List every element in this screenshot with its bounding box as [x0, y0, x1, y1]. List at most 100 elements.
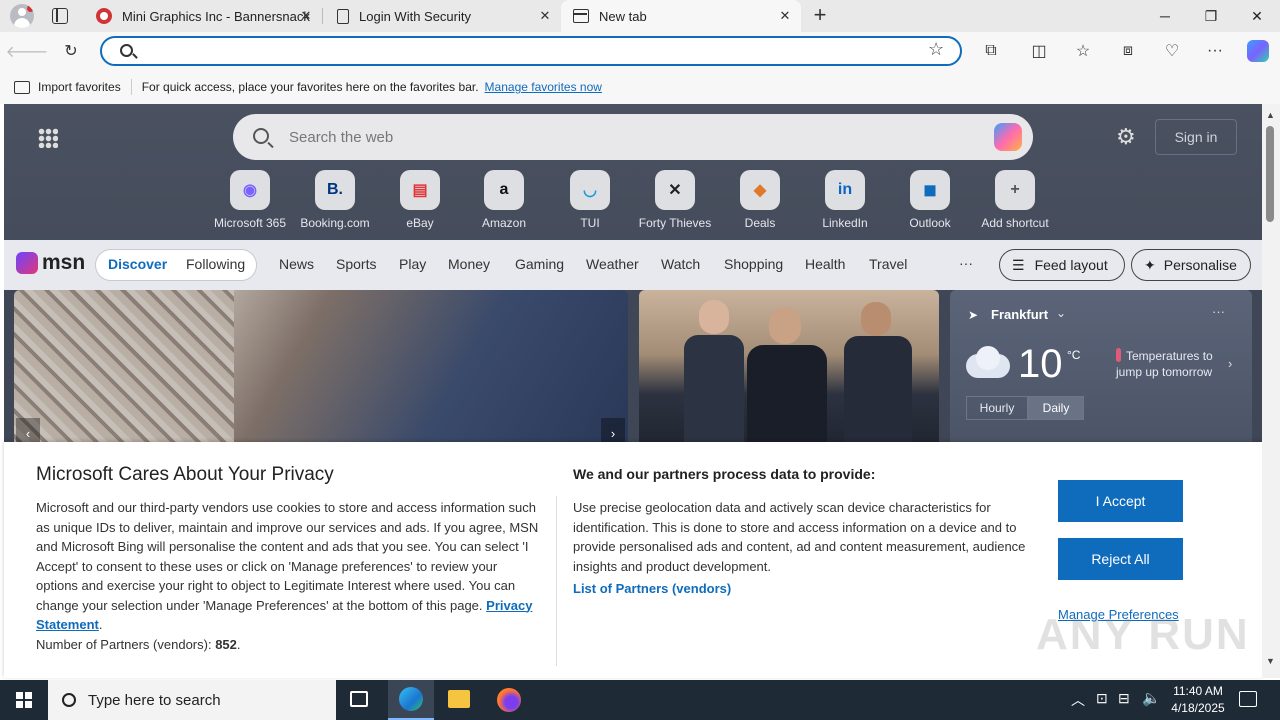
network-icon[interactable]: ⊟ [1118, 690, 1130, 707]
shortcut-amazon[interactable]: a Amazon [459, 170, 549, 230]
msn-logo[interactable]: msn [16, 251, 85, 275]
volume-icon[interactable]: 🔈 [1142, 689, 1161, 707]
sparkle-icon: ✦ [1144, 256, 1156, 273]
weather-card[interactable]: ➤ Frankfurt ⌄ ··· 10 °C Temperatures to … [950, 290, 1252, 450]
personalise-button[interactable]: ✦ Personalise [1131, 249, 1251, 281]
task-view-icon[interactable] [350, 691, 368, 707]
back-button[interactable]: 🡐 [6, 36, 49, 66]
shortcut-icon: + [995, 170, 1035, 210]
page-icon [337, 8, 349, 24]
close-tab-icon[interactable]: ✕ [777, 8, 793, 24]
tab-title: Mini Graphics Inc - Bannersnack [122, 8, 310, 24]
tab-actions-icon[interactable] [52, 8, 68, 24]
shortcut-label: Deals [744, 216, 776, 230]
nav-watch[interactable]: Watch [661, 256, 700, 272]
partners-count: 852 [215, 636, 237, 652]
nav-gaming[interactable]: Gaming [515, 256, 564, 272]
search-icon-handle [132, 53, 138, 59]
scroll-up-icon[interactable]: ▲ [1266, 110, 1275, 120]
copilot-icon[interactable] [994, 123, 1022, 151]
nav-sports[interactable]: Sports [336, 256, 376, 272]
close-window-button[interactable]: ✕ [1234, 0, 1280, 32]
scroll-thumb[interactable] [1266, 126, 1274, 222]
privacy-body-text: Microsoft and our third-party vendors us… [36, 500, 539, 613]
nav-more-button[interactable]: ··· [959, 255, 973, 271]
web-search-box[interactable]: Search the web [233, 114, 1033, 160]
news-card-large[interactable]: ‹ › [14, 290, 628, 450]
shortcut-outlook[interactable]: ◼ Outlook [885, 170, 975, 230]
close-tab-icon[interactable]: ✕ [537, 8, 553, 24]
device-icon[interactable]: ⊡ [1096, 690, 1108, 707]
copilot-icon[interactable] [1243, 36, 1273, 66]
scroll-down-icon[interactable]: ▼ [1266, 656, 1275, 666]
nav-news[interactable]: News [279, 256, 314, 272]
nav-money[interactable]: Money [448, 256, 490, 272]
apps-launcher-icon[interactable] [38, 128, 58, 148]
address-bar[interactable]: ☆ [100, 36, 962, 66]
refresh-button[interactable]: ↻ [56, 36, 86, 66]
address-input[interactable] [146, 41, 916, 61]
chevron-up-icon[interactable]: ︿ [1071, 690, 1085, 710]
nav-health[interactable]: Health [805, 256, 845, 272]
edge-taskbar-icon[interactable] [388, 680, 434, 720]
settings-gear-icon[interactable]: ⚙ [1116, 124, 1136, 150]
browser-essentials-icon[interactable]: ♡ [1157, 36, 1187, 66]
shortcut-deals[interactable]: ◆ Deals [715, 170, 805, 230]
favorite-star-icon[interactable]: ☆ [928, 39, 944, 60]
minimize-button[interactable]: ─ [1142, 0, 1188, 32]
bannersnack-icon [96, 8, 112, 24]
more-menu-icon[interactable]: ··· [1200, 36, 1230, 66]
weather-location[interactable]: Frankfurt [991, 307, 1048, 322]
collections-icon[interactable]: ⧈ [1113, 36, 1143, 66]
shortcut-ebay[interactable]: ▤ eBay [375, 170, 465, 230]
shortcut-forty-thieves[interactable]: ✕ Forty Thieves [630, 170, 720, 230]
profile-avatar-icon[interactable] [10, 4, 34, 28]
tab-daily[interactable]: Daily [1028, 396, 1084, 420]
split-screen-icon[interactable]: ◫ [1024, 36, 1054, 66]
sign-in-button[interactable]: Sign in [1155, 119, 1237, 155]
close-tab-icon[interactable]: ✕ [298, 8, 314, 24]
shortcut-add-shortcut[interactable]: + Add shortcut [970, 170, 1060, 230]
windows-start-icon[interactable] [16, 692, 32, 708]
nav-play[interactable]: Play [399, 256, 426, 272]
shortcut-microsoft-365[interactable]: ◉ Microsoft 365 [205, 170, 295, 230]
nav-discover[interactable]: Discover [108, 256, 167, 272]
extensions-icon[interactable]: ⧉ [976, 36, 1006, 66]
notifications-icon[interactable] [1239, 691, 1257, 707]
new-tab-button[interactable]: + [808, 4, 832, 28]
shortcut-booking-com[interactable]: B. Booking.com [290, 170, 380, 230]
restore-button[interactable]: ❐ [1188, 0, 1234, 32]
taskbar-search-box[interactable]: Type here to search [48, 680, 336, 720]
accept-button[interactable]: I Accept [1058, 480, 1183, 522]
shortcut-linkedin[interactable]: in LinkedIn [800, 170, 890, 230]
list-partners-link[interactable]: List of Partners (vendors) [573, 581, 731, 596]
shortcut-tui[interactable]: ◡ TUI [545, 170, 635, 230]
partners-prefix: Number of Partners (vendors): [36, 636, 212, 652]
import-favorites-button[interactable]: Import favorites [38, 80, 121, 94]
tab-hourly[interactable]: Hourly [966, 396, 1028, 420]
manage-favorites-link[interactable]: Manage favorites now [485, 80, 602, 94]
nav-weather[interactable]: Weather [586, 256, 639, 272]
newtab-icon [573, 9, 589, 23]
clock-date[interactable]: 4/18/2025 [1166, 701, 1230, 715]
chevron-down-icon: ⌄ [1056, 306, 1067, 320]
firefox-icon[interactable] [497, 688, 521, 712]
reject-all-button[interactable]: Reject All [1058, 538, 1183, 580]
nav-shopping[interactable]: Shopping [724, 256, 783, 272]
tab-login[interactable]: Login With Security ✕ [323, 0, 561, 32]
clock-time[interactable]: 11:40 AM [1170, 684, 1226, 698]
vertical-scrollbar[interactable]: ▲ ▼ [1262, 104, 1280, 678]
nav-travel[interactable]: Travel [869, 256, 907, 272]
chevron-right-icon[interactable]: › [1228, 356, 1232, 371]
shortcut-icon: a [484, 170, 524, 210]
tab-new-tab[interactable]: New tab ✕ [561, 0, 801, 32]
file-explorer-icon[interactable] [448, 690, 470, 708]
weather-more-icon[interactable]: ··· [1212, 304, 1225, 319]
import-favorites-icon[interactable] [14, 80, 30, 94]
shortcut-label: Outlook [909, 216, 951, 230]
news-card-photo[interactable] [639, 290, 939, 450]
tab-bannersnack[interactable]: Mini Graphics Inc - Bannersnack ✕ [84, 0, 322, 32]
favorites-icon[interactable]: ☆ [1068, 36, 1098, 66]
feed-layout-button[interactable]: ☰ Feed layout [999, 249, 1125, 281]
nav-following[interactable]: Following [186, 256, 245, 272]
